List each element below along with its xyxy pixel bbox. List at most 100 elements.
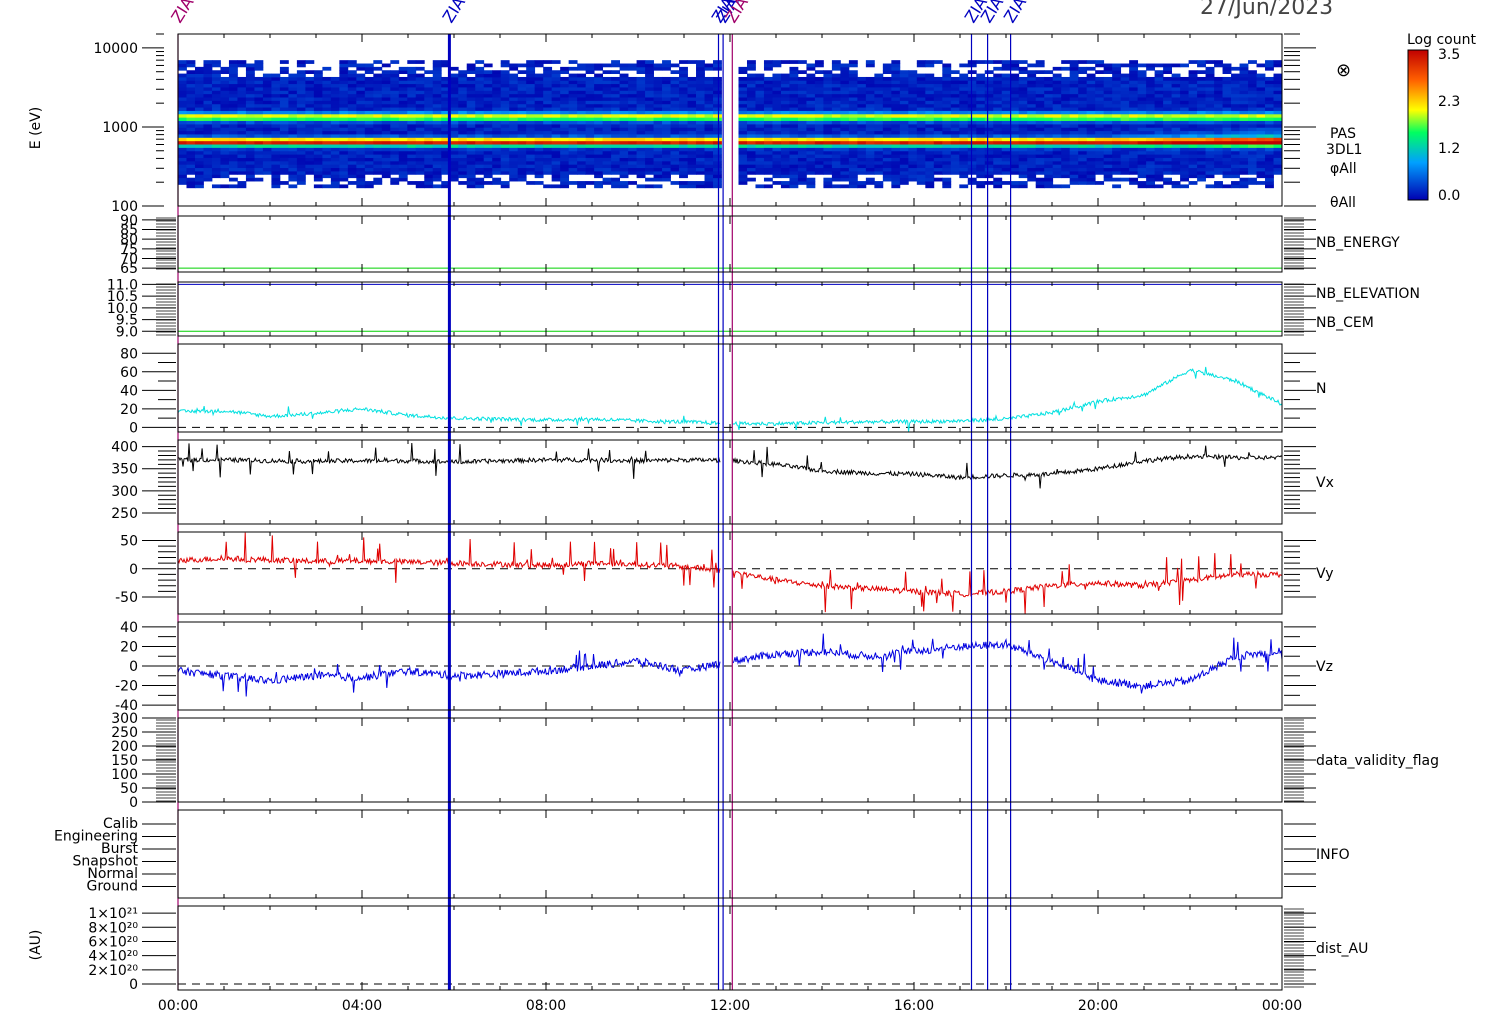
spectrogram-cell <box>594 127 603 131</box>
spectrogram-cell <box>1146 77 1155 81</box>
spectrogram-cell <box>1163 124 1172 128</box>
spectrogram-cell <box>254 107 263 111</box>
spectrogram-cell <box>509 141 518 145</box>
spectrogram-cell <box>407 80 416 84</box>
spectrogram-cell <box>772 164 781 168</box>
spectrogram-cell <box>1155 164 1164 168</box>
spectrogram-cell <box>594 107 603 111</box>
spectrogram-cell <box>297 114 306 118</box>
spectrogram-cell <box>577 64 586 68</box>
spectrogram-cell <box>772 90 781 94</box>
spectrogram-cell <box>755 84 764 88</box>
spectrogram-cell <box>671 87 680 91</box>
spectrogram-cell <box>203 80 212 84</box>
spectrogram-cell <box>467 87 476 91</box>
spectrogram-cell <box>705 158 714 162</box>
spectrogram-cell <box>501 164 510 168</box>
spectrogram-cell <box>1104 67 1113 71</box>
spectrogram-cell <box>1087 124 1096 128</box>
spectrogram-cell <box>433 168 442 172</box>
spectrogram-cell <box>654 97 663 101</box>
spectrogram-cell <box>1078 124 1087 128</box>
spectrogram-cell <box>891 77 900 81</box>
spectrogram-cell <box>229 94 238 98</box>
spectrogram-cell <box>212 104 221 108</box>
spectrogram-cell <box>339 147 348 151</box>
spectrogram-cell <box>713 137 722 141</box>
spectrogram-cell <box>314 137 323 141</box>
spectrogram-cell <box>1274 131 1283 135</box>
spectrogram-cell <box>203 77 212 81</box>
spectrogram-cell <box>1265 60 1274 64</box>
spectrogram-cell <box>1027 164 1036 168</box>
spectrogram-cell <box>637 107 646 111</box>
spectrogram-cell <box>475 74 484 78</box>
colorbar-tick: 3.5 <box>1438 47 1460 63</box>
spectrogram-cell <box>1155 74 1164 78</box>
spectrogram-cell <box>713 174 722 178</box>
spectrogram-cell <box>526 64 535 68</box>
spectrogram-cell <box>348 164 357 168</box>
spectrogram-cell <box>492 104 501 108</box>
spectrogram-cell <box>1257 134 1266 138</box>
spectrogram-cell <box>314 158 323 162</box>
spectrogram-cell <box>849 174 858 178</box>
spectrogram-cell <box>611 171 620 175</box>
spectrogram-cell <box>1257 124 1266 128</box>
spectrogram-cell <box>399 100 408 104</box>
spectrogram-cell <box>237 147 246 151</box>
spectrogram-cell <box>696 60 705 64</box>
spectrogram-cell <box>688 90 697 94</box>
spectrogram-cell <box>1070 178 1079 182</box>
spectrogram-cell <box>917 171 926 175</box>
spectrogram-cell <box>993 141 1002 145</box>
spectrogram-cell <box>424 80 433 84</box>
spectrogram-cell <box>288 168 297 172</box>
spectrogram-cell <box>1240 74 1249 78</box>
spectrogram-cell <box>560 104 569 108</box>
spectrogram-cell <box>891 164 900 168</box>
spectrogram-cell <box>339 127 348 131</box>
spectrogram-cell <box>475 181 484 185</box>
spectrogram-cell <box>1010 117 1019 121</box>
spectrogram-cell <box>891 158 900 162</box>
spectrogram-cell <box>738 67 747 71</box>
spectrogram-cell <box>305 161 314 165</box>
spectrogram-cell <box>288 84 297 88</box>
spectrogram-cell <box>1257 168 1266 172</box>
spectrogram-cell <box>1121 178 1130 182</box>
spectrogram-cell <box>857 158 866 162</box>
spectrogram-cell <box>407 87 416 91</box>
spectrogram-cell <box>484 147 493 151</box>
spectrogram-cell <box>705 90 714 94</box>
spectrogram-cell <box>1180 90 1189 94</box>
spectrogram-cell <box>764 67 773 71</box>
spectrogram-cell <box>662 94 671 98</box>
spectrogram-cell <box>1104 114 1113 118</box>
spectrogram-cell <box>1146 184 1155 188</box>
spectrogram-cell <box>569 80 578 84</box>
spectrogram-cell <box>849 171 858 175</box>
spectrogram-cell <box>840 80 849 84</box>
spectrogram-cell <box>382 161 391 165</box>
spectrogram-cell <box>755 121 764 125</box>
spectrogram-cell <box>467 171 476 175</box>
spectrogram-cell <box>637 184 646 188</box>
spectrogram-cell <box>569 107 578 111</box>
spectrogram-cell <box>883 124 892 128</box>
spectrogram-cell <box>738 84 747 88</box>
spectrogram-cell <box>611 178 620 182</box>
spectrogram-cell <box>1078 168 1087 172</box>
spectrogram-cell <box>976 181 985 185</box>
spectrogram-cell <box>874 184 883 188</box>
spectrogram-cell <box>891 161 900 165</box>
spectrogram-cell <box>849 181 858 185</box>
series-line <box>178 443 1282 488</box>
spectrogram-cell <box>1087 168 1096 172</box>
spectrogram-cell <box>900 168 909 172</box>
spectrogram-cell <box>178 104 187 108</box>
spectrogram-cell <box>1214 141 1223 145</box>
spectrogram-cell <box>186 171 195 175</box>
spectrogram-cell <box>365 137 374 141</box>
spectrogram-cell <box>1197 178 1206 182</box>
